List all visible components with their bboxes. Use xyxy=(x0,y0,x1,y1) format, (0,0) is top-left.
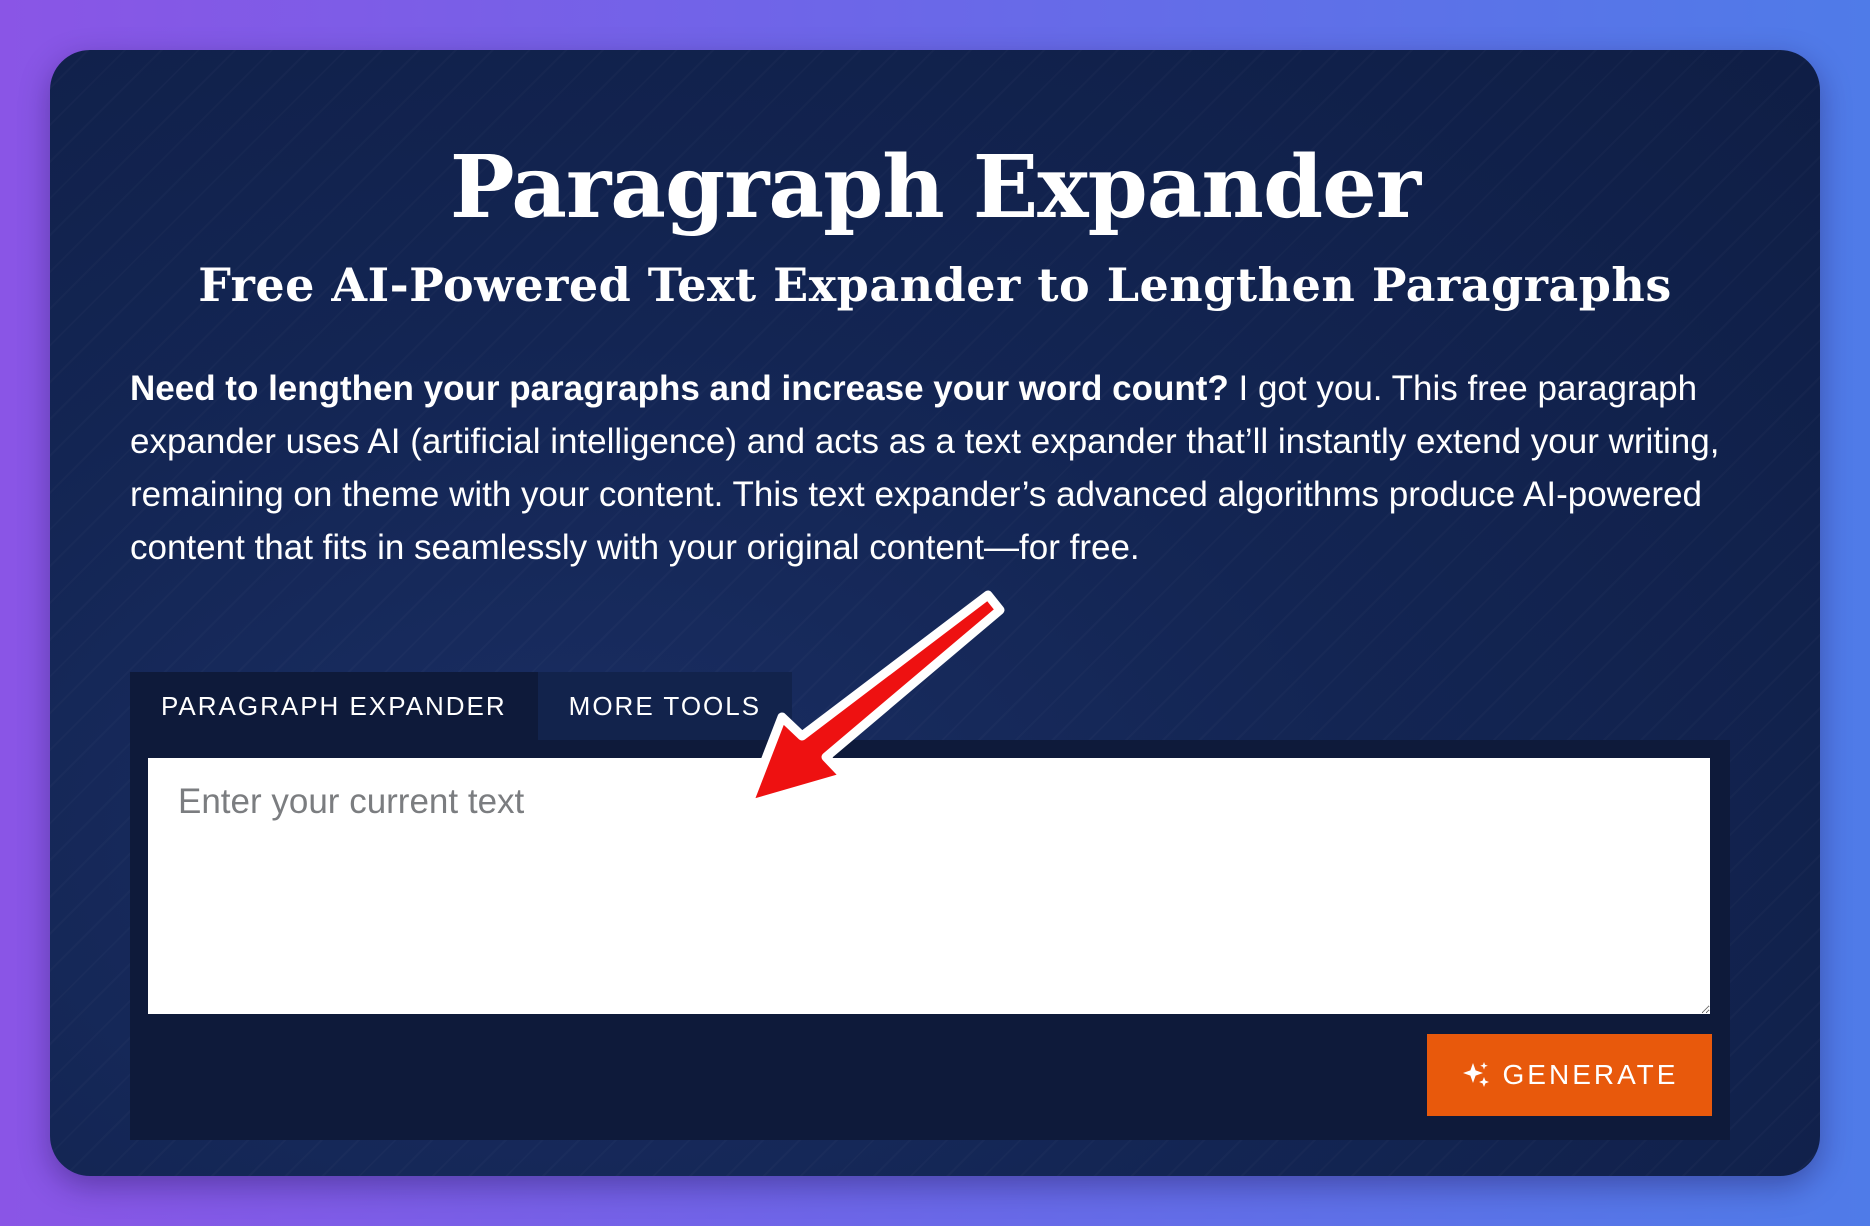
sparkle-icon xyxy=(1461,1060,1491,1090)
tab-bar: PARAGRAPH EXPANDER MORE TOOLS xyxy=(130,672,1730,740)
generate-button[interactable]: GENERATE xyxy=(1427,1034,1712,1116)
expander-tool: PARAGRAPH EXPANDER MORE TOOLS GENERATE xyxy=(130,672,1730,1140)
main-card: Paragraph Expander Free AI-Powered Text … xyxy=(50,50,1820,1176)
tab-more-tools[interactable]: MORE TOOLS xyxy=(537,672,793,740)
current-text-input[interactable] xyxy=(148,758,1710,1014)
intro-bold-text: Need to lengthen your paragraphs and inc… xyxy=(130,369,1229,408)
intro-paragraph: Need to lengthen your paragraphs and inc… xyxy=(130,362,1770,574)
tool-panel: GENERATE xyxy=(130,740,1730,1140)
tab-paragraph-expander[interactable]: PARAGRAPH EXPANDER xyxy=(130,672,538,740)
page-subtitle: Free AI-Powered Text Expander to Lengthe… xyxy=(198,258,1672,312)
generate-button-label: GENERATE xyxy=(1502,1059,1679,1090)
page-title: Paragraph Expander xyxy=(449,137,1421,238)
